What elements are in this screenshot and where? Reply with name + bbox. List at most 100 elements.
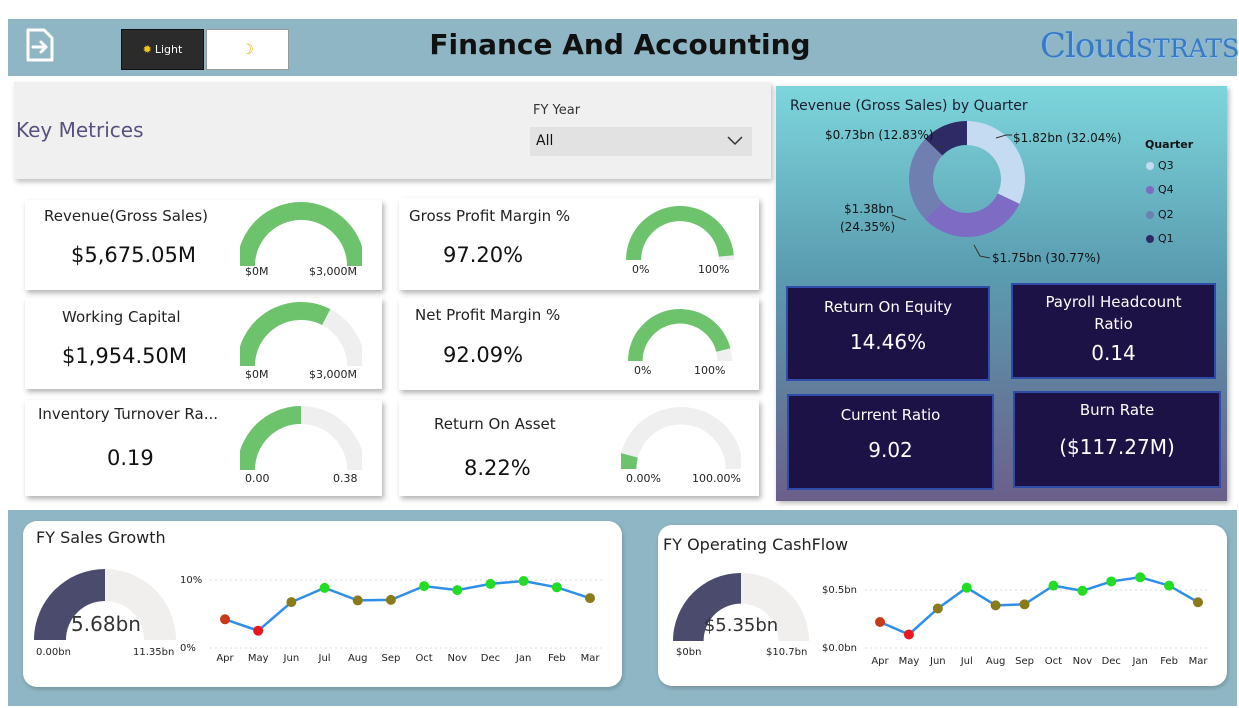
gauge-track <box>621 407 741 469</box>
donut-label-q2-amount: $1.38bn <box>844 202 894 216</box>
page-title: Finance And Accounting <box>429 28 811 61</box>
data-point <box>961 582 972 593</box>
kpi-roe-value: 14.46% <box>849 330 927 354</box>
net-margin-gauge <box>628 309 732 361</box>
net-margin-value: 92.09% <box>443 343 524 367</box>
data-point <box>253 625 264 636</box>
data-point <box>485 578 496 589</box>
revenue-value: $5,675.05M <box>71 243 196 267</box>
company-logo: CloudSTRATS <box>1040 26 1239 66</box>
revenue-quarter-title: Revenue (Gross Sales) by Quarter <box>790 98 1028 114</box>
legend-item-q3[interactable]: Q3 <box>1146 159 1174 172</box>
roa-gauge <box>621 407 741 469</box>
donut-slice-q2 <box>909 138 943 220</box>
fy-year-label: FY Year <box>533 103 581 118</box>
kpi-payroll-value: 0.14 <box>1091 341 1136 365</box>
chevron-down-icon <box>727 136 743 146</box>
moon-icon: ☽ <box>241 41 254 58</box>
gross-margin-gauge <box>626 205 734 260</box>
x-tick-label: Feb <box>1160 656 1178 667</box>
kpi-burn-rate: Burn Rate ($117.27M) <box>1013 391 1221 488</box>
section-label: Key Metrices <box>16 118 144 142</box>
x-tick-label: Jul <box>960 656 973 667</box>
x-tick-label: Aug <box>348 653 368 664</box>
operating-cashflow-line-chart: $0.5bn $0.0bn Apr May Jun Jul Aug Sep Oct Nov Dec J… <box>822 572 1210 667</box>
x-tick-label: Nov <box>448 653 468 664</box>
donut-label-q3: $1.82bn (32.04%) <box>1013 131 1122 145</box>
data-point <box>518 576 529 586</box>
gross-margin-title: Gross Profit Margin % <box>409 207 571 225</box>
gauge-fill <box>628 309 731 361</box>
data-point <box>1135 572 1146 583</box>
kpi-payroll-title-2: Ratio <box>1094 315 1133 333</box>
revenue-gauge <box>240 202 362 266</box>
gross-margin-value: 97.20% <box>443 243 524 267</box>
data-point <box>220 614 230 625</box>
legend-item-q2[interactable]: Q2 <box>1146 208 1174 221</box>
data-point <box>903 629 914 640</box>
data-point <box>1106 576 1117 587</box>
sun-icon: ✹ <box>142 43 152 56</box>
theme-light-label: Light <box>154 43 183 56</box>
net-margin-title: Net Profit Margin % <box>415 306 561 324</box>
working-capital-gauge-max: $3,000M <box>309 368 357 381</box>
x-tick-label: Apr <box>871 656 889 667</box>
x-tick-label: Dec <box>1102 656 1121 667</box>
theme-light-button[interactable]: ✹ Light <box>121 29 204 70</box>
x-tick-label: Jan <box>1131 656 1147 667</box>
gauge-fill <box>240 302 331 366</box>
data-point <box>875 617 885 627</box>
x-tick-label: Sep <box>381 653 400 664</box>
data-point <box>551 582 562 593</box>
roa-gauge-min: 0.00% <box>626 472 661 485</box>
data-point <box>1164 580 1175 591</box>
x-tick-label: Sep <box>1015 656 1034 667</box>
x-tick-label: Jun <box>929 656 946 667</box>
kpi-return-on-equity: Return On Equity 14.46% <box>786 286 990 381</box>
x-tick-label: Mar <box>1189 656 1209 667</box>
legend-item-q4[interactable]: Q4 <box>1146 183 1174 196</box>
sales-growth-gauge-max: 11.35bn <box>133 647 175 658</box>
gauge-fill <box>626 205 734 260</box>
data-point <box>352 595 363 606</box>
data-point <box>385 594 396 605</box>
data-point <box>1077 585 1088 596</box>
working-capital-gauge <box>240 302 362 366</box>
data-point <box>585 593 595 604</box>
kpi-burn-rate-title: Burn Rate <box>1079 401 1155 419</box>
inventory-title: Inventory Turnover Ra... <box>38 405 219 423</box>
exit-icon[interactable] <box>24 28 56 62</box>
x-tick-label: Nov <box>1073 656 1093 667</box>
inventory-gauge-min: 0.00 <box>245 472 270 485</box>
revenue-title: Revenue(Gross Sales) <box>44 207 208 225</box>
kpi-current-ratio-value: 9.02 <box>868 438 913 462</box>
theme-dark-button[interactable]: ☽ <box>206 29 289 70</box>
x-tick-label: Oct <box>415 653 432 664</box>
inventory-gauge <box>240 406 362 470</box>
series-line <box>879 576 1199 636</box>
kpi-roe-title: Return On Equity <box>823 298 953 316</box>
data-point <box>452 585 463 596</box>
net-margin-gauge-max: 100% <box>694 364 726 377</box>
kpi-burn-rate-value: ($117.27M) <box>1059 435 1175 459</box>
y-tick-label: $0.0bn <box>822 643 857 654</box>
x-tick-label: May <box>248 653 269 664</box>
working-capital-title: Working Capital <box>62 308 181 326</box>
roa-value: 8.22% <box>464 456 531 480</box>
fy-year-select[interactable]: All <box>530 127 752 156</box>
x-tick-label: Oct <box>1045 656 1062 667</box>
legend-item-q1[interactable]: Q1 <box>1146 232 1174 245</box>
revenue-gauge-max: $3,000M <box>309 265 357 278</box>
inventory-value: 0.19 <box>107 446 154 470</box>
operating-cashflow-gauge-min: $0bn <box>676 647 702 658</box>
kpi-current-ratio: Current Ratio 9.02 <box>787 394 994 490</box>
roa-gauge-max: 100.00% <box>692 472 741 485</box>
x-tick-label: Jul <box>318 653 331 664</box>
x-tick-label: Mar <box>581 653 601 664</box>
operating-cashflow-gauge-value: $5.35bn <box>703 615 779 636</box>
y-tick-label: 10% <box>180 575 202 586</box>
donut-label-q4: $1.75bn (30.77%) <box>992 251 1101 265</box>
kpi-current-ratio-title: Current Ratio <box>840 406 941 424</box>
kpi-payroll-headcount: Payroll Headcount Ratio 0.14 <box>1011 283 1216 379</box>
revenue-gauge-min: $0M <box>245 265 269 278</box>
